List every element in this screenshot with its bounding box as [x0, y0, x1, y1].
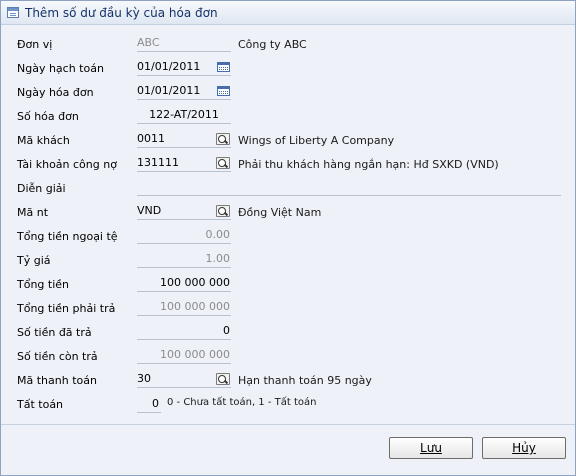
label-tong-tien: Tổng tiền — [17, 278, 70, 291]
tat-toan-hint: 0 - Chưa tất toán, 1 - Tất toán — [167, 397, 317, 408]
ngay-hoa-don-field[interactable]: 01/01/2011 — [137, 83, 231, 100]
tong-tien-ngoai-te-value: 0.00 — [205, 228, 231, 241]
ngay-hach-toan-field[interactable]: 01/01/2011 — [137, 59, 231, 76]
label-ma-nt: Mã nt — [17, 206, 49, 219]
lookup-icon[interactable] — [216, 157, 230, 169]
ty-gia-value: 1.00 — [205, 252, 231, 265]
dialog-window: Thêm số dư đầu kỳ của hóa đơn Đơn vị ABC… — [0, 0, 576, 476]
save-button-label: Lưu — [420, 441, 442, 455]
label-tai-khoan-cong-no: Tài khoản công nợ — [17, 158, 117, 171]
lookup-icon[interactable] — [216, 373, 230, 385]
label-tong-tien-ngoai-te: Tổng tiền ngoại tệ — [17, 230, 118, 243]
cancel-button[interactable]: Hủy — [482, 437, 566, 459]
form-icon — [7, 7, 19, 18]
label-don-vi: Đơn vị — [17, 38, 53, 51]
tong-tien-phai-tra-field: 100 000 000 — [137, 299, 231, 316]
so-hoa-don-value: 122-AT/2011 — [149, 108, 219, 121]
tong-tien-ngoai-te-field: 0.00 — [137, 227, 231, 244]
cancel-button-label: Hủy — [512, 441, 536, 455]
label-tong-tien-phai-tra: Tổng tiền phải trả — [17, 302, 116, 315]
label-ma-thanh-toan: Mã thanh toán — [17, 374, 97, 387]
ma-thanh-toan-desc: Hạn thanh toán 95 ngày — [238, 374, 372, 387]
calendar-icon[interactable] — [217, 86, 230, 96]
lookup-icon[interactable] — [216, 133, 230, 145]
don-vi-desc: Công ty ABC — [238, 38, 307, 51]
title-bar[interactable]: Thêm số dư đầu kỳ của hóa đơn — [1, 1, 575, 25]
ma-thanh-toan-field[interactable]: 30 — [137, 371, 231, 388]
footer-divider — [1, 424, 575, 425]
label-so-hoa-don: Số hóa đơn — [17, 110, 79, 123]
label-ngay-hoa-don: Ngày hóa đơn — [17, 86, 94, 99]
label-ngay-hach-toan: Ngày hạch toán — [17, 62, 104, 75]
label-ma-khach: Mã khách — [17, 134, 70, 147]
so-tien-da-tra-field[interactable]: 0 — [137, 323, 231, 340]
dien-giai-input[interactable] — [137, 179, 561, 196]
tai-khoan-cong-no-value: 131111 — [137, 156, 179, 169]
lookup-icon[interactable] — [216, 205, 230, 217]
tat-toan-value: 0 — [152, 397, 159, 410]
tat-toan-field[interactable]: 0 — [137, 396, 161, 413]
calendar-icon[interactable] — [217, 62, 230, 72]
don-vi-field: ABC — [137, 35, 231, 52]
label-so-tien-da-tra: Số tiền đã trả — [17, 326, 92, 339]
so-tien-con-tra-value: 100 000 000 — [160, 348, 230, 361]
ngay-hach-toan-value: 01/01/2011 — [137, 60, 201, 73]
ty-gia-field: 1.00 — [137, 251, 231, 268]
save-button[interactable]: Lưu — [389, 437, 473, 459]
tai-khoan-cong-no-field[interactable]: 131111 — [137, 155, 231, 172]
so-hoa-don-field[interactable]: 122-AT/2011 — [137, 107, 231, 124]
tong-tien-phai-tra-value: 100 000 000 — [160, 300, 230, 313]
ngay-hoa-don-value: 01/01/2011 — [137, 84, 201, 97]
tong-tien-field[interactable]: 100 000 000 — [137, 275, 231, 292]
window-title: Thêm số dư đầu kỳ của hóa đơn — [25, 6, 218, 20]
ma-khach-field[interactable]: 0011 — [137, 131, 231, 148]
ma-thanh-toan-value: 30 — [137, 372, 151, 385]
ma-nt-field[interactable]: VND — [137, 203, 231, 220]
ma-nt-desc: Đồng Việt Nam — [238, 206, 322, 219]
label-ty-gia: Tỷ giá — [17, 254, 51, 267]
ma-khach-desc: Wings of Liberty A Company — [238, 134, 395, 147]
ma-nt-value: VND — [137, 204, 162, 217]
tai-khoan-cong-no-desc: Phải thu khách hàng ngắn hạn: Hđ SXKD (V… — [238, 158, 499, 171]
so-tien-con-tra-field: 100 000 000 — [137, 347, 231, 364]
label-dien-giai: Diễn giải — [17, 182, 66, 195]
label-so-tien-con-tra: Số tiền còn trả — [17, 350, 98, 363]
ma-khach-value: 0011 — [137, 132, 165, 145]
so-tien-da-tra-value: 0 — [223, 324, 230, 337]
label-tat-toan: Tất toán — [17, 398, 64, 411]
tong-tien-value: 100 000 000 — [160, 276, 230, 289]
don-vi-value: ABC — [137, 36, 160, 49]
